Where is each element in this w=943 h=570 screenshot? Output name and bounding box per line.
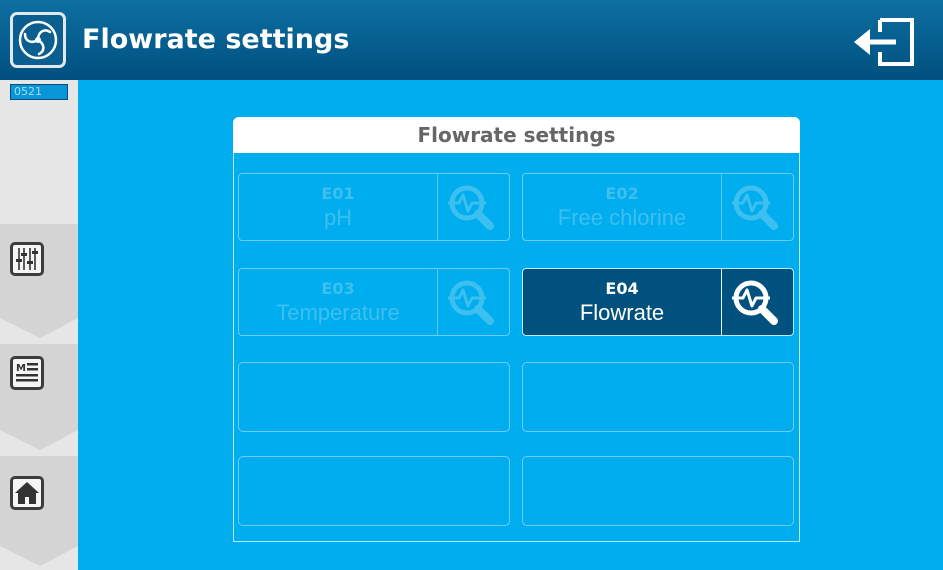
tile-label: pH (323, 205, 353, 230)
header-bar: Flowrate settings (0, 0, 943, 80)
magnifier-pulse-icon (732, 280, 778, 325)
empty-slot (238, 362, 510, 432)
menu-list-icon: M (10, 356, 44, 390)
exit-button[interactable] (852, 18, 914, 66)
svg-text:M: M (16, 363, 26, 374)
tile-divider (721, 174, 722, 240)
empty-slot (522, 456, 794, 526)
tile-e01-ph[interactable]: E01 pH (238, 173, 510, 241)
empty-slot (238, 456, 510, 526)
tile-divider (437, 269, 438, 335)
magnifier-pulse-icon (448, 280, 494, 325)
tile-e04-flowrate[interactable]: E04 Flowrate (522, 268, 794, 336)
tile-code: E04 (605, 279, 639, 298)
sliders-icon (10, 242, 44, 276)
panel-title: Flowrate settings (233, 117, 800, 153)
tile-e02-free-chlorine[interactable]: E02 Free chlorine (522, 173, 794, 241)
app-logo-icon (10, 12, 66, 68)
tile-code: E01 (321, 184, 355, 203)
exit-icon (854, 18, 914, 66)
tile-divider (721, 269, 722, 335)
magnifier-pulse-icon (448, 185, 494, 230)
tile-code: E02 (605, 184, 639, 203)
page-title: Flowrate settings (82, 24, 350, 55)
tile-divider (437, 174, 438, 240)
tile-label: Temperature (276, 300, 400, 325)
tile-label: Free chlorine (557, 205, 687, 230)
settings-nav-button[interactable] (0, 230, 78, 330)
tile-label: Flowrate (579, 300, 665, 325)
empty-slot (522, 362, 794, 432)
device-id-badge: 0521 (10, 84, 68, 100)
home-nav-button[interactable] (0, 458, 78, 558)
home-icon (10, 476, 44, 510)
magnifier-pulse-icon (732, 185, 778, 230)
tile-code: E03 (321, 279, 355, 298)
tile-e03-temperature[interactable]: E03 Temperature (238, 268, 510, 336)
menu-nav-button[interactable]: M (0, 344, 78, 444)
